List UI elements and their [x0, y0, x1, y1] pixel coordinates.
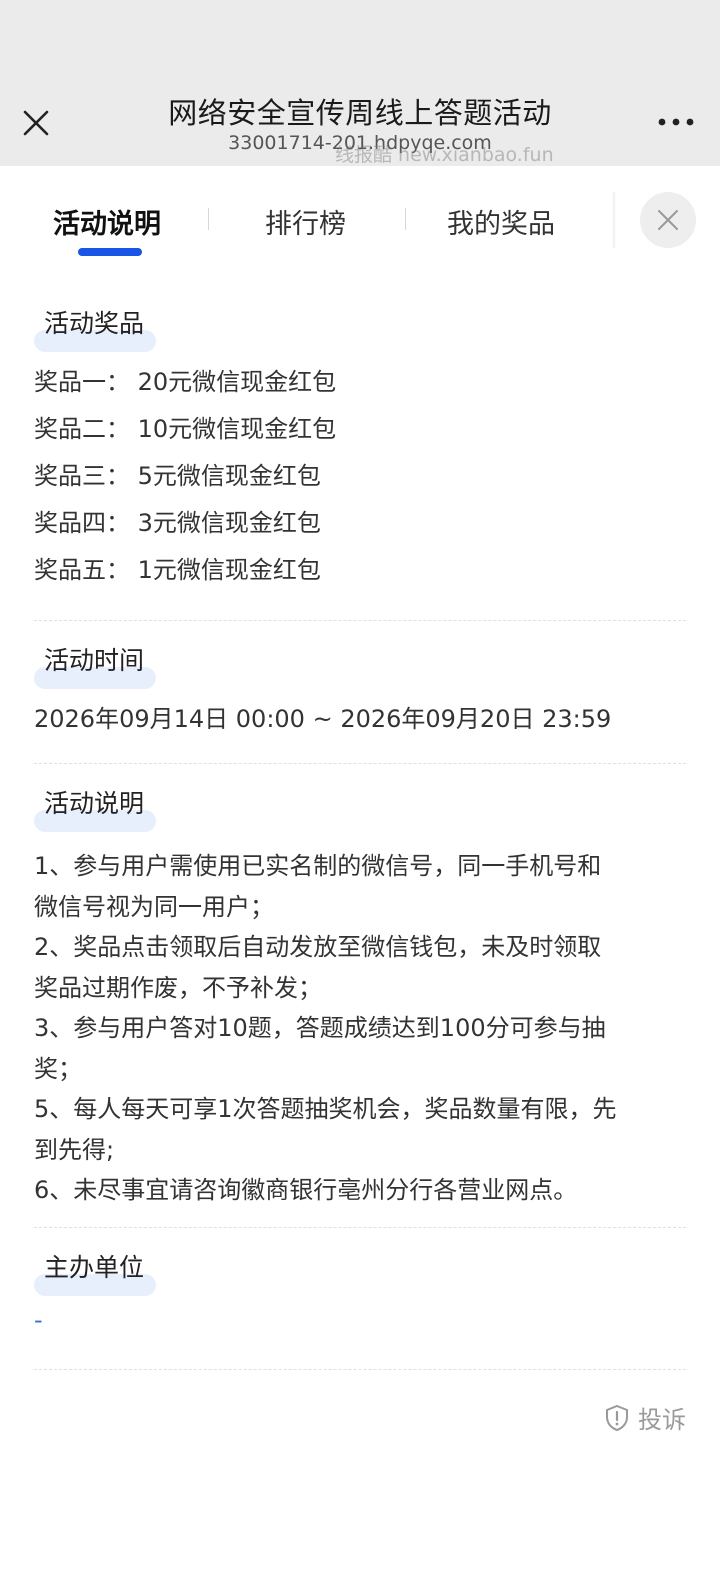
organizer-title: 主办单位: [44, 1253, 145, 1282]
tab-leaderboard[interactable]: 排行榜: [265, 202, 346, 241]
tab-my-prizes[interactable]: 我的奖品: [447, 202, 555, 241]
rules-section: 活动说明 1、参与用户需使用已实名制的微信号，同一手机号和 微信号视为同一用户；…: [34, 784, 686, 1211]
prize-item: 奖品一： 20元微信现金红包: [34, 368, 337, 396]
tab-scroll-shadow: [613, 192, 616, 248]
complain-label: 投诉: [638, 1406, 686, 1434]
activity-time-value: 2026年09月14日 00:00 ~ 2026年09月20日 23:59: [34, 705, 612, 733]
organizer-section: 主办单位 -: [34, 1248, 686, 1334]
watermark-text: 线报酷 new.xianbao.fun: [335, 144, 554, 166]
section-title: 主办单位: [34, 1248, 156, 1296]
section-title: 活动时间: [34, 641, 156, 689]
close-panel-button[interactable]: [640, 192, 696, 248]
rule-line: 奖；: [34, 1054, 82, 1083]
time-title: 活动时间: [44, 646, 145, 675]
tab-divider: [208, 208, 209, 230]
prize-item: 奖品二： 10元微信现金红包: [34, 415, 337, 443]
prize-list: 奖品一： 20元微信现金红包 奖品二： 10元微信现金红包 奖品三： 5元微信现…: [34, 359, 686, 594]
prize-item: 奖品三： 5元微信现金红包: [34, 462, 321, 490]
section-divider: [34, 1369, 686, 1370]
rule-line: 1、参与用户需使用已实名制的微信号，同一手机号和: [34, 852, 602, 880]
more-menu-button[interactable]: [656, 110, 696, 134]
section-title: 活动说明: [34, 784, 156, 832]
tab-bar: 活动说明 排行榜 我的奖品: [0, 166, 720, 266]
section-divider: [34, 1227, 686, 1228]
more-icon: [658, 118, 694, 126]
rules-text: 1、参与用户需使用已实名制的微信号，同一手机号和 微信号视为同一用户； 2、奖品…: [34, 846, 686, 1211]
section-title: 活动奖品: [34, 304, 156, 352]
rule-line: 3、参与用户答对10题，答题成绩达到100分可参与抽: [34, 1014, 606, 1042]
shield-alert-icon: [606, 1404, 628, 1431]
page-title: 网络安全宣传周线上答题活动: [168, 96, 552, 130]
browser-topbar: 网络安全宣传周线上答题活动 33001714-201.hdpyqe.com 线报…: [0, 0, 720, 166]
prize-item: 奖品五： 1元微信现金红包: [34, 556, 321, 584]
rules-title: 活动说明: [44, 789, 145, 818]
close-icon: [658, 210, 678, 230]
section-divider: [34, 620, 686, 621]
rule-line: 到先得;: [34, 1135, 115, 1164]
active-tab-indicator: [78, 248, 142, 256]
rule-line: 2、奖品点击领取后自动发放至微信钱包，未及时领取: [34, 933, 602, 961]
complain-button[interactable]: 投诉: [604, 1400, 686, 1435]
prize-item: 奖品四： 3元微信现金红包: [34, 509, 321, 537]
prizes-section: 活动奖品 奖品一： 20元微信现金红包 奖品二： 10元微信现金红包 奖品三： …: [34, 304, 686, 594]
organizer-value: -: [34, 1306, 43, 1334]
prizes-title: 活动奖品: [44, 309, 145, 338]
rule-line: 奖品过期作废，不予补发；: [34, 973, 322, 1002]
rule-line: 6、未尽事宜请咨询徽商银行亳州分行各营业网点。: [34, 1176, 578, 1204]
tab-activity-info[interactable]: 活动说明: [53, 202, 161, 241]
section-divider: [34, 763, 686, 764]
tab-divider: [405, 208, 406, 230]
rule-line: 微信号视为同一用户；: [34, 892, 274, 921]
rule-line: 5、每人每天可享1次答题抽奖机会，奖品数量有限，先: [34, 1095, 617, 1123]
time-section: 活动时间 2026年09月14日 00:00 ~ 2026年09月20日 23:…: [34, 641, 686, 740]
